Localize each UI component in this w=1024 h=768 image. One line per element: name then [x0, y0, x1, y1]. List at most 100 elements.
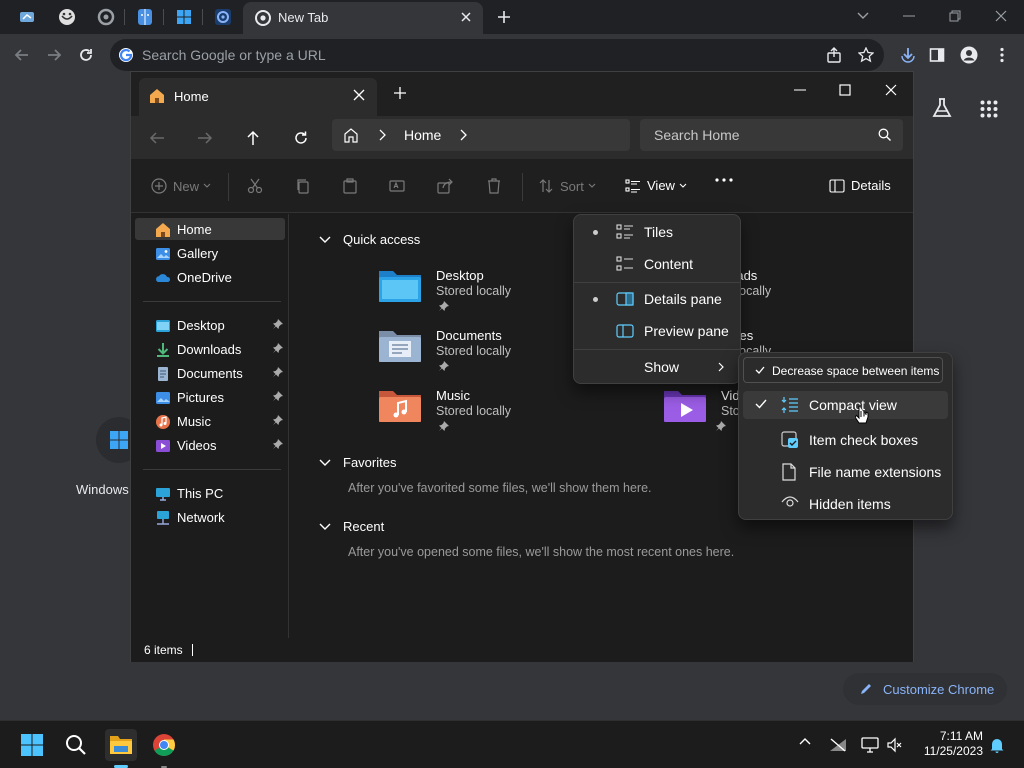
close-icon[interactable]	[353, 89, 365, 101]
nav-up-button[interactable]	[243, 128, 263, 148]
more-options-button[interactable]	[715, 178, 733, 182]
music-icon	[155, 414, 171, 430]
tab-new-tab[interactable]: New Tab	[243, 2, 483, 34]
pin-icon[interactable]	[273, 319, 283, 329]
content-view-icon	[616, 256, 634, 272]
pin-icon[interactable]	[273, 439, 283, 449]
customize-chrome-button[interactable]: Customize Chrome	[843, 673, 1007, 705]
sidebar-item-gallery[interactable]: Gallery	[135, 242, 285, 264]
bookmark-star-icon[interactable]	[858, 47, 874, 63]
view-menu-item-show[interactable]: Show	[578, 353, 736, 381]
address-bar[interactable]: Home	[332, 119, 630, 151]
section-title: Recent	[343, 519, 385, 534]
close-tab-icon[interactable]	[459, 10, 473, 24]
sidebar-item-home[interactable]: Home	[135, 218, 285, 240]
forward-button[interactable]	[43, 44, 65, 66]
nav-back-button[interactable]	[147, 128, 167, 148]
sidebar-item-downloads[interactable]: Downloads	[135, 338, 285, 360]
display-icon[interactable]	[861, 737, 879, 753]
explorer-maximize-button[interactable]	[830, 78, 860, 102]
taskbar-file-explorer[interactable]	[105, 729, 137, 761]
tooltip: Decrease space between items	[743, 357, 943, 383]
tab-search-button[interactable]	[849, 6, 877, 26]
sidebar-item-label: OneDrive	[177, 270, 232, 285]
sidebar-item-videos[interactable]: Videos	[135, 434, 285, 456]
new-button[interactable]: New	[151, 178, 211, 194]
labs-flask-icon[interactable]	[931, 97, 953, 119]
new-tab-plus-icon[interactable]	[393, 86, 407, 100]
recent-header[interactable]: Recent	[319, 519, 384, 534]
downloads-button[interactable]	[897, 44, 919, 66]
chrome-menu-button[interactable]	[991, 44, 1013, 66]
sidebar-item-documents[interactable]: Documents	[135, 362, 285, 384]
pin-icon[interactable]	[273, 391, 283, 401]
profile-button[interactable]	[958, 44, 980, 66]
details-button[interactable]: Details	[829, 178, 891, 193]
sidebar-item-onedrive[interactable]: OneDrive	[135, 266, 285, 288]
omnibox[interactable]: Search Google or type a URL	[110, 39, 884, 71]
details-pane-icon	[829, 178, 845, 193]
pinned-tab-gear-app[interactable]	[210, 6, 236, 28]
pin-icon	[439, 361, 449, 371]
view-menu-item-details-pane[interactable]: Details pane	[578, 285, 736, 313]
back-button[interactable]	[11, 44, 33, 66]
pinned-tab-trollface[interactable]	[54, 6, 80, 28]
side-panel-button[interactable]	[926, 44, 948, 66]
sidebar-item-pictures[interactable]: Pictures	[135, 386, 285, 408]
view-menu-item-preview-pane[interactable]: Preview pane	[578, 317, 736, 345]
view-button[interactable]: View	[625, 178, 687, 193]
favorites-header[interactable]: Favorites	[319, 455, 396, 470]
minimize-button[interactable]	[895, 6, 923, 26]
view-menu-item-tiles[interactable]: Tiles	[578, 218, 736, 246]
chevron-right-icon[interactable]	[378, 129, 386, 141]
breadcrumb-home[interactable]: Home	[404, 127, 441, 143]
pin-icon[interactable]	[273, 415, 283, 425]
close-window-button[interactable]	[987, 6, 1015, 26]
pinned-tab-windows[interactable]	[171, 6, 197, 28]
show-menu-item-compact-view[interactable]: Compact view	[743, 391, 948, 419]
show-menu-item-hidden-items[interactable]: Hidden items	[743, 490, 948, 518]
new-tab-button[interactable]	[491, 6, 517, 28]
sidebar-item-this-pc[interactable]: This PC	[135, 482, 285, 504]
nav-refresh-button[interactable]	[291, 128, 311, 148]
view-menu-item-content[interactable]: Content	[578, 250, 736, 278]
copy-button[interactable]	[295, 178, 311, 194]
restore-button[interactable]	[941, 6, 969, 26]
show-hidden-icons-chevron-up-icon[interactable]	[799, 737, 811, 745]
item-name: Desktop	[436, 268, 484, 283]
chevron-right-icon[interactable]	[459, 129, 467, 141]
sidebar-item-network[interactable]: Network	[135, 506, 285, 528]
notification-bell-icon[interactable]	[989, 737, 1005, 753]
search-input[interactable]: Search Home	[640, 119, 903, 151]
pinned-tab-settings[interactable]	[93, 6, 119, 28]
show-menu-item-check-boxes[interactable]: Item check boxes	[743, 426, 948, 454]
google-apps-icon[interactable]	[980, 100, 998, 118]
rename-button[interactable]	[389, 178, 405, 194]
sort-button[interactable]: Sort	[538, 178, 596, 194]
quick-access-header[interactable]: Quick access	[319, 232, 420, 247]
quick-access-item-music[interactable]: Music Stored locally	[378, 388, 608, 446]
pinned-tab-app[interactable]	[15, 6, 41, 28]
nav-forward-button[interactable]	[195, 128, 215, 148]
network-disconnected-icon[interactable]	[829, 737, 847, 753]
explorer-minimize-button[interactable]	[785, 78, 815, 102]
taskbar-search-button[interactable]	[60, 729, 92, 761]
pinned-tab-finder[interactable]	[132, 6, 158, 28]
sidebar-item-music[interactable]: Music	[135, 410, 285, 432]
reload-button[interactable]	[75, 44, 97, 66]
delete-button[interactable]	[486, 178, 502, 194]
start-button[interactable]	[16, 729, 48, 761]
system-clock[interactable]: 7:11 AM 11/25/2023	[913, 729, 983, 759]
pin-icon[interactable]	[273, 367, 283, 377]
volume-muted-icon[interactable]	[887, 737, 903, 753]
sidebar-item-desktop[interactable]: Desktop	[135, 314, 285, 336]
paste-button[interactable]	[342, 178, 358, 194]
show-menu-item-file-extensions[interactable]: File name extensions	[743, 458, 948, 486]
explorer-tab-home[interactable]: Home	[139, 78, 377, 116]
share-icon[interactable]	[826, 47, 842, 63]
share-button[interactable]	[437, 178, 453, 194]
cut-button[interactable]	[247, 178, 263, 194]
taskbar-chrome[interactable]	[148, 729, 180, 761]
explorer-close-button[interactable]	[876, 78, 906, 102]
pin-icon[interactable]	[273, 343, 283, 353]
